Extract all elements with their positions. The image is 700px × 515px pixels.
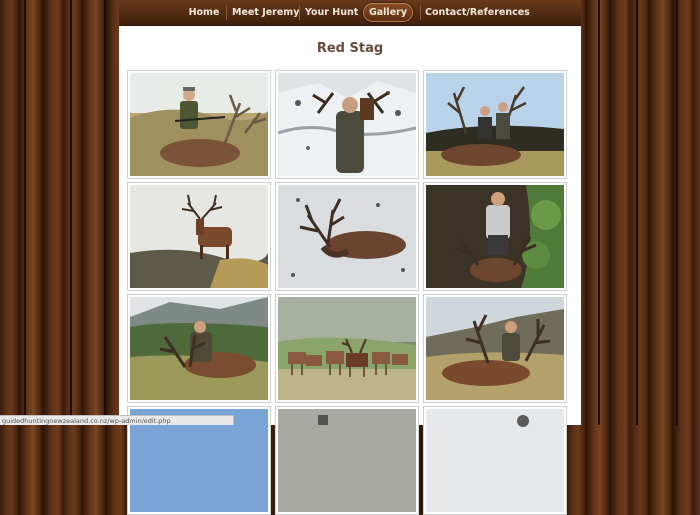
nav-divider — [420, 5, 421, 20]
photo-two-hunters-with-stag — [426, 73, 564, 176]
page-title: Red Stag — [316, 41, 384, 56]
browser-status-bar: guidedhuntingnewzealand.co.nz/wp-admin/e… — [0, 415, 234, 425]
nav-home[interactable]: Home — [185, 0, 223, 25]
main-nav: Home Meet Jeremy Your Hunt Gallery Conta… — [119, 0, 581, 26]
wood-grain — [598, 0, 600, 425]
nav-meet-jeremy[interactable]: Meet Jeremy — [232, 0, 299, 25]
photo-stag-in-snow — [278, 185, 416, 288]
nav-contact-references[interactable]: Contact/References — [425, 0, 530, 25]
photo-hunter-with-stag-forest — [426, 185, 564, 288]
photo-partial — [426, 409, 564, 512]
nav-gallery[interactable]: Gallery — [363, 3, 413, 22]
gallery-thumbnail[interactable] — [127, 294, 271, 403]
photo-hunter-with-stag — [130, 73, 268, 176]
gallery-thumbnail[interactable] — [423, 294, 567, 403]
gallery-thumbnail[interactable] — [275, 182, 419, 291]
nav-divider — [226, 5, 227, 20]
gallery-thumbnail[interactable] — [423, 406, 567, 515]
photo-hunter-with-stag-field — [426, 297, 564, 400]
photo-herd-of-deer — [278, 297, 416, 400]
content-panel: Home Meet Jeremy Your Hunt Gallery Conta… — [119, 0, 581, 515]
gallery-thumbnail[interactable] — [275, 70, 419, 179]
wood-grain — [676, 0, 678, 425]
gallery-thumbnail[interactable] — [275, 406, 419, 515]
photo-partial — [278, 409, 416, 512]
gallery-thumbnail[interactable] — [127, 70, 271, 179]
wood-grain — [24, 0, 26, 425]
gallery-thumbnail[interactable] — [275, 294, 419, 403]
photo-hunter-with-stag-hillside — [130, 297, 268, 400]
nav-divider — [299, 5, 300, 20]
gallery-thumbnail[interactable] — [423, 182, 567, 291]
wood-grain — [636, 0, 638, 425]
wood-grain — [104, 0, 106, 425]
gallery-thumbnail[interactable] — [423, 70, 567, 179]
photo-hunter-carrying-antlers — [278, 73, 416, 176]
nav-your-hunt[interactable]: Your Hunt — [305, 0, 358, 25]
photo-stag-on-hilltop — [130, 185, 268, 288]
wood-grain — [70, 0, 72, 425]
gallery-thumbnail[interactable] — [127, 182, 271, 291]
